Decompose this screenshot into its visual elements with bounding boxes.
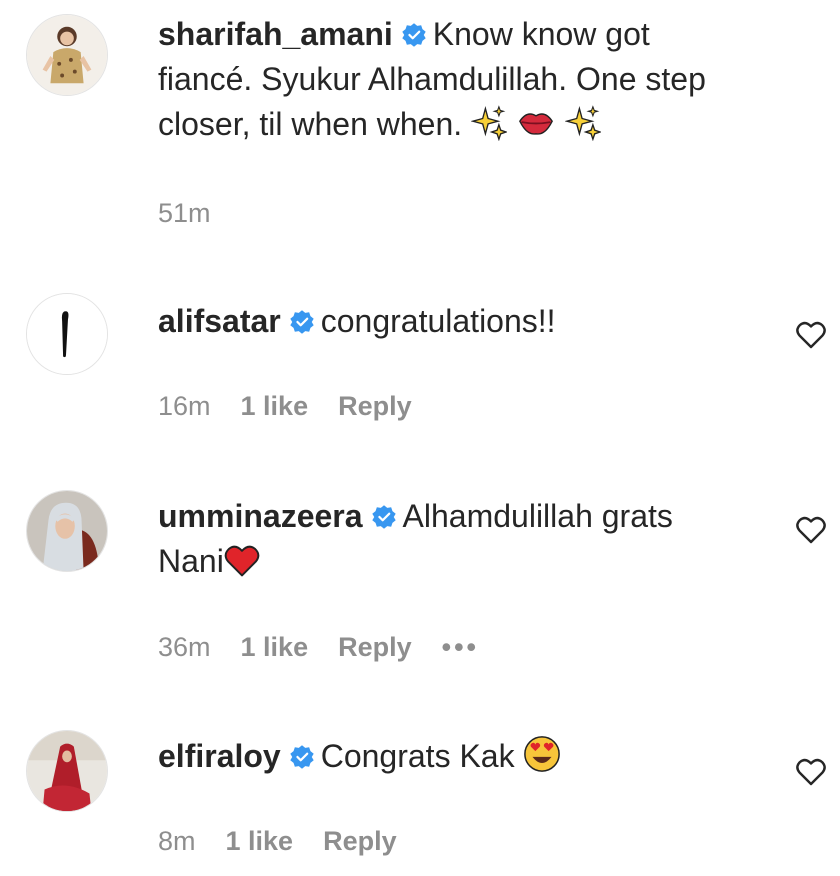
avatar-photo (27, 491, 107, 571)
comment-likes[interactable]: 1 like (241, 632, 309, 662)
avatar-photo (27, 294, 107, 374)
comment-body: alifsatar congratulations!! (158, 299, 768, 344)
red-heart-emoji (224, 545, 260, 577)
caption-text-1: Know know got (432, 16, 650, 52)
like-heart-icon[interactable] (796, 758, 826, 786)
avatar[interactable] (26, 14, 108, 96)
caption-username[interactable]: sharifah_amani (158, 16, 393, 52)
reply-button[interactable]: Reply (338, 632, 412, 662)
comment-likes[interactable]: 1 like (226, 826, 294, 856)
avatar[interactable] (26, 293, 108, 375)
heart-eyes-emoji (524, 736, 561, 772)
comment-username[interactable]: elfiraloy (158, 738, 281, 774)
avatar-photo (27, 15, 107, 95)
caption-time: 51m (158, 198, 211, 228)
avatar[interactable] (26, 730, 108, 812)
comment-text-2: Nani (158, 543, 224, 579)
caption-meta: 51m (158, 198, 241, 229)
comment-time: 8m (158, 826, 196, 856)
more-options-icon[interactable]: ••• (442, 632, 479, 662)
sparkles-emoji (471, 105, 508, 141)
like-heart-icon[interactable] (796, 321, 826, 349)
verified-badge-icon (290, 310, 314, 334)
comment-body: elfiraloy Congrats Kak (158, 734, 768, 779)
comment-text-1: Alhamdulillah grats (402, 498, 673, 534)
lips-emoji (518, 113, 553, 135)
comment-likes[interactable]: 1 like (241, 391, 309, 421)
comment-meta: 16m 1 like Reply (158, 391, 442, 422)
caption: sharifah_amani Know know got fiancé. Syuk… (0, 0, 840, 240)
reply-button[interactable]: Reply (338, 391, 412, 421)
comment-time: 16m (158, 391, 211, 421)
verified-badge-icon (290, 745, 314, 769)
caption-body: sharifah_amani Know know got fiancé. Syuk… (158, 12, 768, 147)
sparkles-emoji-2 (564, 105, 601, 141)
comment-username[interactable]: umminazeera (158, 498, 363, 534)
comment-elfiraloy: elfiraloy Congrats Kak 8m 1 like Reply (0, 720, 840, 870)
comment-username[interactable]: alifsatar (158, 303, 281, 339)
avatar[interactable] (26, 490, 108, 572)
comment-alifsatar: alifsatar congratulations!! 16m 1 like Repl… (0, 285, 840, 425)
comment-umminazeera: umminazeera Alhamdulillah grats Nani 36m 1… (0, 480, 840, 680)
comment-text: congratulations!! (320, 303, 556, 339)
caption-text-2: fiancé. Syukur Alhamdulillah. One step (158, 61, 706, 97)
like-heart-icon[interactable] (796, 516, 826, 544)
comment-meta: 8m 1 like Reply (158, 826, 427, 857)
comment-time: 36m (158, 632, 211, 662)
caption-text-3: closer, til when when. (158, 106, 463, 142)
verified-badge-icon (371, 505, 396, 529)
comment-meta: 36m 1 like Reply ••• (158, 632, 509, 663)
avatar-photo (27, 731, 107, 811)
comment-body: umminazeera Alhamdulillah grats Nani (158, 494, 768, 584)
reply-button[interactable]: Reply (323, 826, 397, 856)
comment-text: Congrats Kak (320, 738, 515, 774)
verified-badge-icon (402, 23, 426, 47)
